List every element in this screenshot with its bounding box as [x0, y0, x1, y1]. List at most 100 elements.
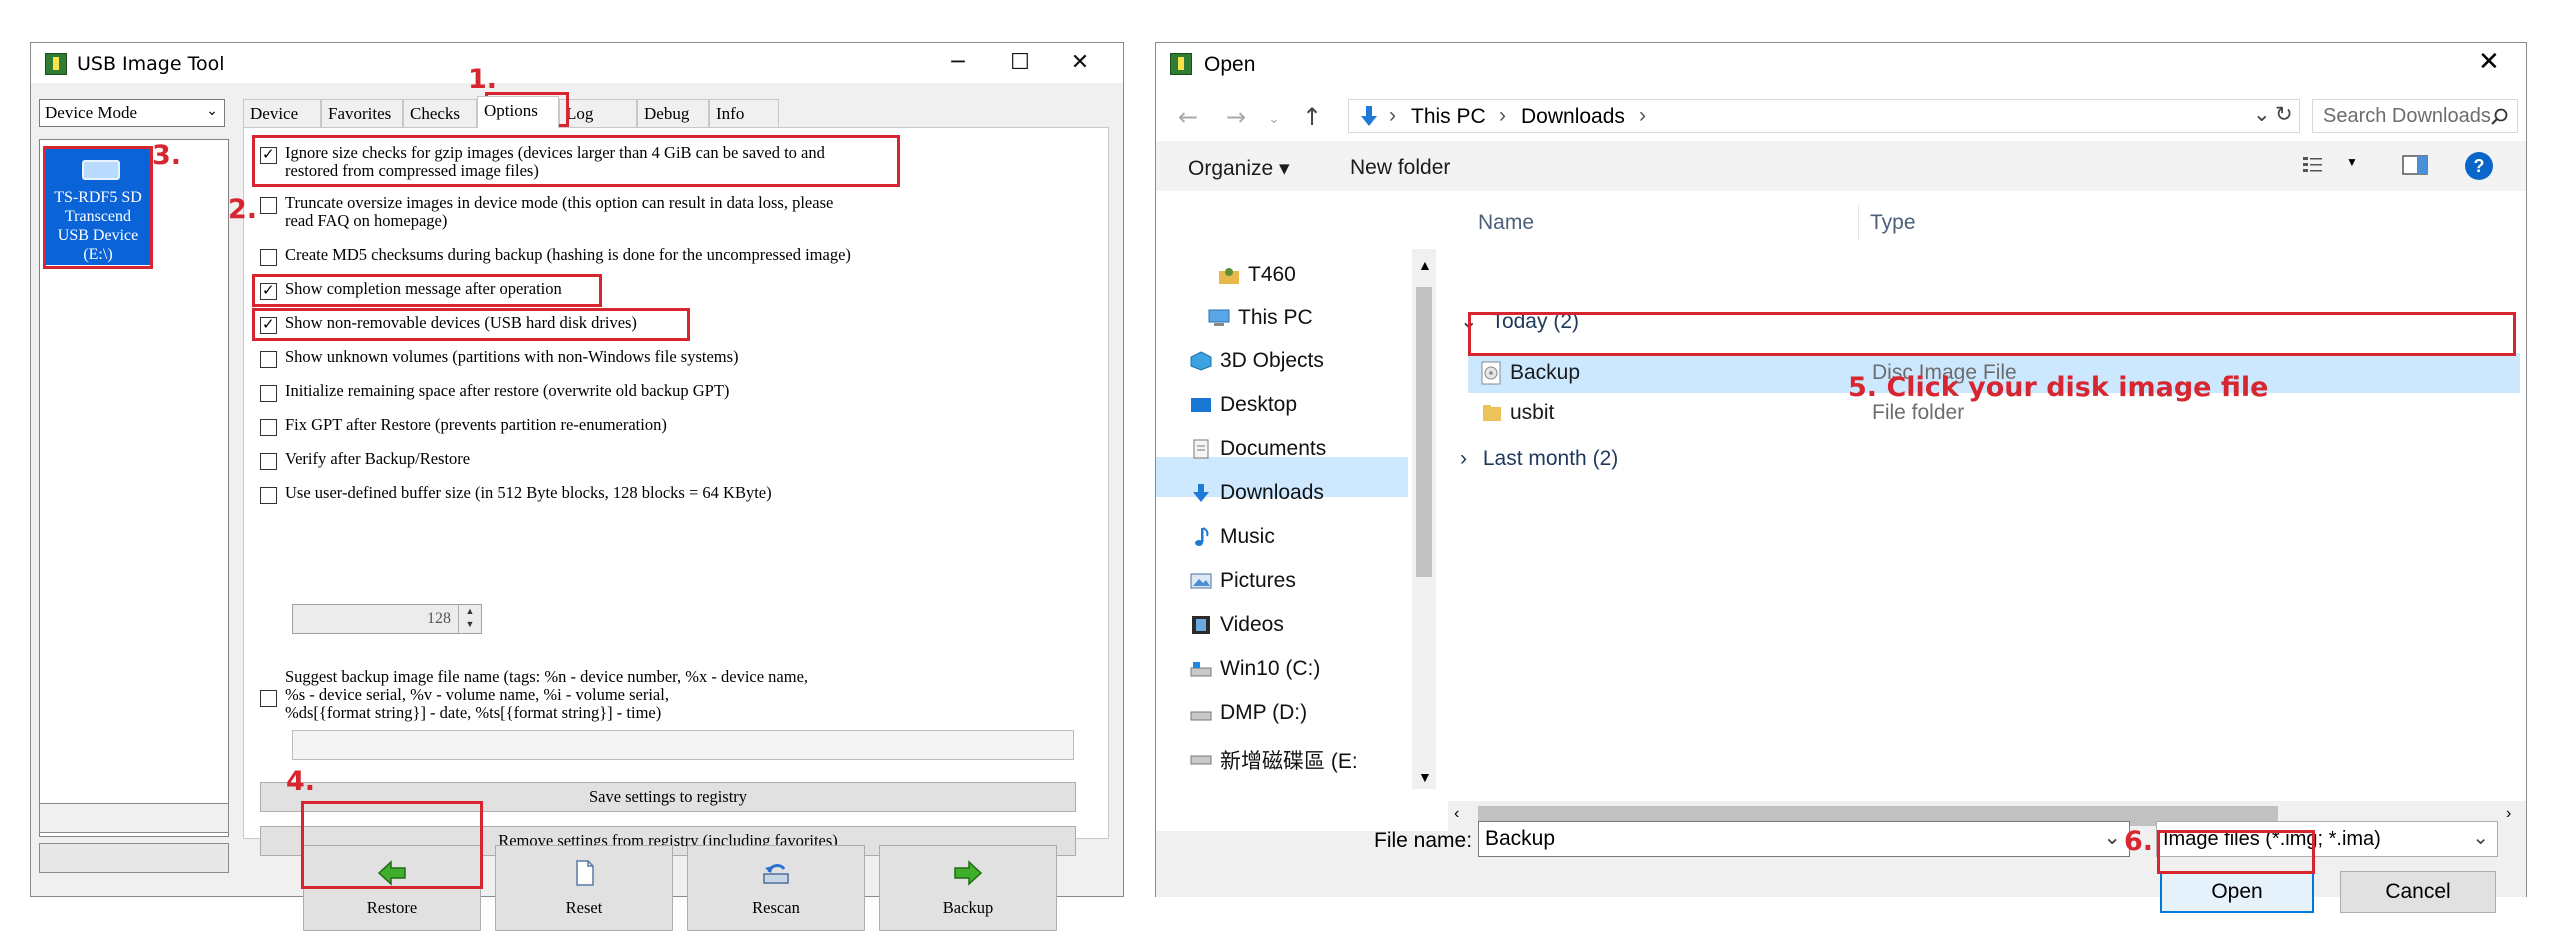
forward-arrow-icon[interactable]: →: [1226, 103, 1246, 131]
cancel-button[interactable]: Cancel: [2340, 871, 2496, 913]
nav-item-this-pc[interactable]: This PC: [1208, 306, 1313, 330]
option-text: Suggest backup image file name (tags: %n…: [285, 667, 809, 686]
preview-pane-icon[interactable]: [2402, 155, 2428, 175]
search-placeholder: Search Downloads: [2323, 105, 2491, 127]
nav-item-music[interactable]: Music: [1195, 525, 1275, 549]
file-name-text: usbit: [1510, 401, 1555, 424]
search-input[interactable]: Search Downloads: [2312, 99, 2518, 133]
option-text: Initialize remaining space after restore…: [285, 381, 730, 400]
tab-debug[interactable]: Debug: [637, 99, 709, 127]
option-text: %s - device serial, %v - volume name, %i…: [285, 685, 669, 704]
breadcrumb-this-pc[interactable]: This PC: [1411, 105, 1486, 129]
file-name-backup[interactable]: Backup: [1481, 361, 1580, 385]
address-bar[interactable]: › This PC › Downloads › ⌄ ↻: [1348, 99, 2300, 133]
column-header-type[interactable]: Type: [1870, 211, 1916, 235]
buffer-size-spinner[interactable]: 128 ▲ ▼: [292, 604, 482, 634]
restore-label: Restore: [366, 898, 418, 917]
option-text: Show completion message after operation: [285, 279, 562, 298]
nav-scrollbar-thumb[interactable]: [1416, 287, 1432, 577]
step-6-label: 6.: [2124, 826, 2154, 857]
tab-log[interactable]: Log: [559, 99, 637, 127]
tab-favorites[interactable]: Favorites: [321, 99, 403, 127]
scroll-left-icon[interactable]: ‹: [1454, 805, 1459, 823]
chevron-down-icon[interactable]: ⌄: [2103, 825, 2121, 850]
column-header-name[interactable]: Name: [1478, 211, 1534, 235]
desktop-icon: [1191, 398, 1211, 412]
checkbox-checked[interactable]: [260, 315, 277, 334]
scroll-up-icon[interactable]: ▲: [1418, 257, 1432, 273]
svg-text:?: ?: [2474, 156, 2485, 176]
save-settings-button[interactable]: Save settings to registry: [260, 782, 1076, 812]
view-options-icon[interactable]: [2302, 155, 2328, 175]
step-3-label: 3.: [152, 140, 182, 171]
up-arrow-icon[interactable]: ↑: [1302, 103, 1322, 131]
nav-item-3d-objects[interactable]: 3D Objects: [1190, 349, 1324, 373]
backup-button[interactable]: Backup: [879, 845, 1057, 931]
chevron-right-icon: ›: [1460, 447, 1467, 470]
download-folder-icon: [1361, 106, 1377, 126]
rescan-icon: [763, 864, 789, 884]
refresh-icon[interactable]: ↻: [2275, 102, 2293, 126]
reset-button[interactable]: Reset: [495, 845, 673, 931]
nav-item-t460[interactable]: T460: [1219, 263, 1296, 287]
checkbox[interactable]: [260, 419, 277, 436]
buffer-size-value: 128: [427, 610, 451, 627]
tab-device[interactable]: Device: [243, 99, 321, 127]
checkbox[interactable]: [260, 487, 277, 504]
scroll-right-icon[interactable]: ›: [2506, 805, 2511, 823]
minimize-button[interactable]: ─: [935, 47, 981, 79]
recent-chevron-icon[interactable]: ⌄: [1268, 111, 1280, 127]
open-button[interactable]: Open: [2160, 871, 2314, 913]
new-folder-button[interactable]: New folder: [1350, 156, 1450, 180]
file-type-select[interactable]: Image files (*.img; *.ima) ⌄: [2156, 821, 2498, 857]
nav-item-label: Documents: [1220, 437, 1327, 460]
nav-item-pictures[interactable]: Pictures: [1190, 569, 1296, 593]
file-name-input[interactable]: Backup ⌄: [1478, 821, 2130, 857]
filename-template-input[interactable]: [292, 730, 1074, 760]
device-item-ts-rdf5[interactable]: TS-RDF5 SD Transcend USB Device (E:\): [46, 148, 150, 265]
close-button[interactable]: ✕: [2478, 47, 2500, 77]
nav-item-new-volume-e[interactable]: 新增磁碟區 (E:: [1190, 745, 1358, 775]
nav-item-documents[interactable]: Documents: [1193, 437, 1327, 461]
nav-item-downloads[interactable]: Downloads: [1193, 481, 1324, 505]
organize-menu[interactable]: Organize ▾: [1188, 156, 1290, 181]
tab-options[interactable]: Options: [477, 96, 559, 128]
chevron-down-icon[interactable]: ⌄: [2253, 102, 2271, 127]
video-icon: [1192, 616, 1210, 634]
group-label: Last month (2): [1482, 447, 1619, 470]
checkbox[interactable]: [260, 690, 277, 707]
tab-checks[interactable]: Checks: [403, 99, 477, 127]
group-last-month[interactable]: › Last month (2): [1460, 447, 1618, 471]
group-today[interactable]: ⌄ Today (2): [1460, 309, 1579, 334]
nav-item-desktop[interactable]: Desktop: [1191, 393, 1298, 417]
nav-item-videos[interactable]: Videos: [1192, 613, 1284, 637]
breadcrumb-downloads[interactable]: Downloads: [1521, 105, 1625, 129]
back-arrow-icon[interactable]: ←: [1178, 103, 1198, 131]
file-name-usbit[interactable]: usbit: [1483, 401, 1555, 425]
checkbox-checked[interactable]: [260, 281, 277, 300]
file-name-value: Backup: [1485, 827, 1556, 850]
maximize-button[interactable]: ☐: [997, 47, 1043, 79]
option-text: Show non-removable devices (USB hard dis…: [285, 313, 637, 332]
arrow-right-icon: [954, 860, 983, 886]
help-icon[interactable]: ?: [2464, 151, 2494, 181]
scroll-down-icon[interactable]: ▼: [1418, 769, 1432, 785]
tab-info[interactable]: Info: [709, 99, 779, 127]
nav-item-win10-c[interactable]: Win10 (C:): [1190, 657, 1320, 681]
spinner-arrows-icon[interactable]: ▲ ▼: [458, 605, 481, 633]
close-button[interactable]: ✕: [1057, 47, 1103, 79]
view-dropdown-icon[interactable]: ▼: [2346, 155, 2358, 169]
folder-icon: [1483, 405, 1501, 421]
device-mode-select[interactable]: Device Mode ⌄: [39, 99, 225, 127]
checkbox[interactable]: [260, 453, 277, 470]
nav-item-label: Desktop: [1220, 393, 1298, 416]
nav-item-dmp-d[interactable]: DMP (D:): [1190, 701, 1307, 725]
checkbox[interactable]: [260, 197, 277, 214]
restore-button[interactable]: Restore: [303, 845, 481, 931]
checkbox[interactable]: [260, 385, 277, 402]
rescan-button[interactable]: Rescan: [687, 845, 865, 931]
checkbox[interactable]: [260, 351, 277, 368]
checkbox[interactable]: [260, 249, 277, 266]
checkbox-checked[interactable]: [260, 145, 277, 164]
option-text: %ds[{format string}] - date, %ts[{format…: [285, 703, 662, 722]
